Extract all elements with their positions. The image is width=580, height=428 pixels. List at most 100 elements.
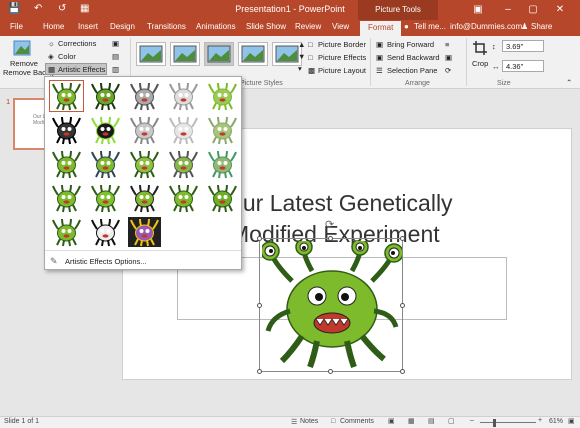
picture-border-icon: □ (308, 40, 313, 49)
tab-slide-show[interactable]: Slide Show (246, 22, 286, 31)
styles-scroll-up[interactable]: ▲ (298, 40, 305, 49)
rotation-handle-icon[interactable]: ⟳ (325, 218, 334, 231)
picture-effects-button[interactable]: Picture Effects (318, 53, 366, 62)
artistic-effect-option[interactable] (49, 80, 84, 112)
height-input[interactable]: 3.69" (502, 40, 544, 52)
styles-scroll-down[interactable]: ▼ (298, 52, 305, 61)
picture-styles-group-label: Picture Styles (240, 80, 283, 87)
selection-pane-icon: ☰ (376, 66, 383, 75)
zoom-in-icon[interactable]: + (538, 417, 542, 424)
tab-file[interactable]: File (10, 22, 23, 31)
height-icon: ↕ (492, 42, 496, 51)
artistic-effect-option[interactable] (128, 183, 161, 213)
picture-layout-button[interactable]: Picture Layout (318, 66, 366, 75)
zoom-out-icon[interactable]: – (470, 417, 474, 424)
picture-border-button[interactable]: Picture Border (318, 40, 366, 49)
crop-button[interactable]: Crop (472, 59, 488, 68)
title-bar: 💾 ↶ ↺ ▦ Presentation1 - PowerPoint Pictu… (0, 0, 580, 20)
ribbon-tabs: File Home Insert Design Transitions Anim… (0, 20, 580, 36)
slide-title-line1[interactable]: Our Latest Genetically (225, 190, 453, 217)
artistic-effect-option[interactable] (89, 217, 122, 247)
reset-picture-icon[interactable]: ▥ (112, 65, 119, 74)
ribbon-display-icon[interactable]: ▣ (470, 2, 486, 17)
status-bar: Slide 1 of 1 ☰ Notes □ Comments ▣ ▦ ▤ ▢ … (0, 416, 580, 428)
zoom-slider-thumb[interactable] (493, 419, 496, 427)
comments-button[interactable]: Comments (340, 418, 374, 425)
artistic-effect-option[interactable] (206, 183, 239, 213)
corrections-button[interactable]: Corrections (58, 39, 96, 48)
compress-icon[interactable]: ▣ (112, 39, 119, 48)
artistic-options-icon: ✎ (50, 256, 58, 266)
collapse-ribbon-icon[interactable]: ⌃ (566, 78, 572, 87)
artistic-effect-option[interactable] (50, 149, 83, 179)
styles-more[interactable]: ▾ (298, 64, 302, 73)
notes-button[interactable]: Notes (300, 418, 318, 425)
corrections-icon: ☼ (48, 39, 55, 48)
artistic-effect-option[interactable] (206, 81, 239, 111)
tab-design[interactable]: Design (110, 22, 135, 31)
remove-button-line1[interactable]: Remove (10, 59, 38, 68)
artistic-effect-option[interactable] (167, 183, 200, 213)
tell-me-search[interactable]: Tell me... (414, 22, 446, 31)
group-icon[interactable]: ▣ (445, 53, 452, 62)
artistic-effect-option[interactable] (128, 217, 161, 247)
selection-pane-button[interactable]: Selection Pane (387, 66, 437, 75)
notes-icon: ☰ (291, 419, 298, 426)
artistic-effect-option[interactable] (128, 81, 161, 111)
artistic-effect-option[interactable] (167, 115, 200, 145)
artistic-effect-option[interactable] (206, 115, 239, 145)
tab-view[interactable]: View (332, 22, 349, 31)
artistic-effect-option[interactable] (89, 183, 122, 213)
width-input[interactable]: 4.36" (502, 60, 544, 72)
person-icon: ♟ (521, 22, 529, 31)
comments-icon: □ (331, 418, 336, 425)
bring-forward-icon: ▣ (376, 40, 384, 49)
picture-style-preset[interactable] (170, 42, 200, 66)
tab-animations[interactable]: Animations (196, 22, 236, 31)
tab-insert[interactable]: Insert (78, 22, 98, 31)
bring-forward-button[interactable]: Bring Forward (387, 40, 434, 49)
normal-view-icon[interactable]: ▣ (388, 417, 395, 425)
tab-home[interactable]: Home (43, 22, 64, 31)
share-button[interactable]: Share (531, 22, 552, 31)
slide-sorter-icon[interactable]: ▦ (408, 417, 415, 425)
picture-style-preset[interactable] (204, 42, 234, 66)
artistic-effects-button[interactable]: Artistic Effects (58, 65, 105, 74)
close-button[interactable]: ✕ (552, 2, 568, 17)
artistic-effect-option[interactable] (167, 81, 200, 111)
send-backward-button[interactable]: Send Backward (387, 53, 440, 62)
account-name[interactable]: info@Dummies.com (450, 22, 522, 31)
artistic-effect-option[interactable] (89, 149, 122, 179)
color-button[interactable]: Color (58, 52, 76, 61)
tab-transitions[interactable]: Transitions (147, 22, 186, 31)
change-picture-icon[interactable]: ▤ (112, 52, 119, 61)
artistic-effect-option[interactable] (167, 149, 200, 179)
minimize-button[interactable]: – (500, 2, 516, 17)
monster-picture (262, 241, 402, 369)
zoom-slider[interactable] (480, 422, 536, 423)
tab-format[interactable]: Format (360, 21, 402, 36)
artistic-effect-option[interactable] (50, 183, 83, 213)
artistic-effect-option[interactable] (128, 115, 161, 145)
artistic-effect-option[interactable] (206, 149, 239, 179)
artistic-effect-option[interactable] (89, 81, 122, 111)
picture-style-preset[interactable] (238, 42, 268, 66)
size-group-label: Size (497, 80, 511, 87)
zoom-level[interactable]: 61% (549, 418, 563, 425)
rotate-icon[interactable]: ⟳ (445, 66, 451, 75)
lightbulb-icon: ● (404, 22, 409, 31)
maximize-button[interactable]: ▢ (525, 2, 541, 17)
slideshow-view-icon[interactable]: ▢ (448, 417, 455, 425)
tab-review[interactable]: Review (295, 22, 321, 31)
fit-to-window-icon[interactable]: ▣ (568, 417, 575, 425)
artistic-effect-option[interactable] (89, 115, 122, 145)
reading-view-icon[interactable]: ▤ (428, 417, 435, 425)
artistic-effect-option[interactable] (50, 115, 83, 145)
align-icon[interactable]: ≡ (445, 40, 449, 49)
artistic-effects-options[interactable]: Artistic Effects Options... (65, 257, 147, 266)
arrange-group-label: Arrange (405, 80, 430, 87)
picture-style-preset[interactable] (136, 42, 166, 66)
artistic-effect-option[interactable] (50, 217, 83, 247)
picture-tools-label: Picture Tools (358, 0, 438, 20)
artistic-effect-option[interactable] (128, 149, 161, 179)
